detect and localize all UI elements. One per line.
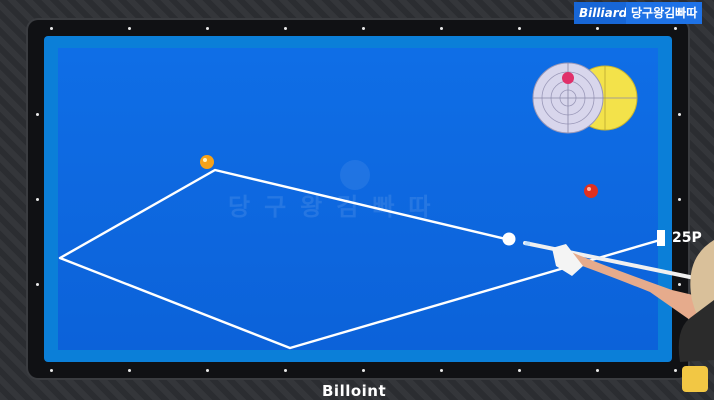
diagram-hit-point xyxy=(562,72,574,84)
yellow-ball xyxy=(200,155,214,169)
red-ball xyxy=(584,184,598,198)
brand-logo: Billoint xyxy=(322,382,387,400)
score-text: 25P xyxy=(672,230,702,246)
channel-avatar-icon xyxy=(682,366,708,392)
score-bar xyxy=(657,230,665,246)
aim-diagram xyxy=(532,62,638,134)
score-indicator: 25P xyxy=(657,230,703,246)
channel-badge-name: 당구왕김빠따 xyxy=(626,2,703,24)
cue-ball xyxy=(502,232,516,246)
shot-overlay xyxy=(58,62,714,362)
